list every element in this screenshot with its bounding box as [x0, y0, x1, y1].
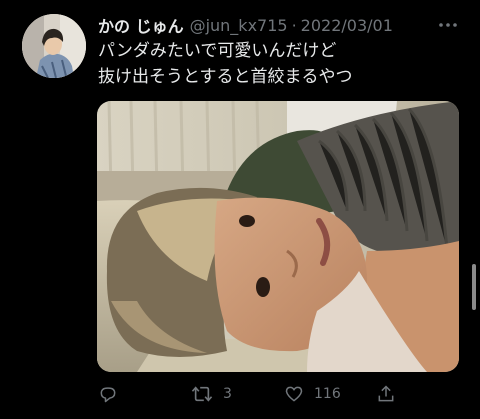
- tweet-header: かの じゅん @jun_kx715 · 2022/03/01: [98, 13, 462, 37]
- author-name[interactable]: かの じゅん: [98, 13, 184, 37]
- retweet-icon: [191, 386, 213, 402]
- tweet-text-line: パンダみたいで可愛いんだけど: [98, 41, 337, 61]
- header-separator: ·: [291, 15, 297, 35]
- avatar-photo: [22, 14, 86, 78]
- reply-button[interactable]: [98, 380, 118, 408]
- tweet-actions: 3 116: [98, 380, 420, 408]
- avatar[interactable]: [22, 14, 86, 78]
- like-icon: [285, 386, 303, 402]
- retweet-button[interactable]: 3: [191, 380, 232, 408]
- tweet-photo: [97, 101, 459, 372]
- more-options-button[interactable]: [436, 14, 460, 36]
- share-icon: [378, 385, 394, 402]
- tweet-media[interactable]: [97, 101, 459, 372]
- scrollbar[interactable]: [472, 264, 476, 310]
- like-button[interactable]: 116: [284, 380, 341, 408]
- tweet-text: パンダみたいで可愛いんだけど 抜け出そうとすると首絞まるやつ: [98, 38, 460, 90]
- retweet-count: 3: [223, 386, 232, 402]
- tweet-date[interactable]: 2022/03/01: [301, 16, 393, 35]
- tweet-text-line: 抜け出そうとすると首絞まるやつ: [98, 67, 353, 87]
- like-count: 116: [314, 386, 341, 402]
- share-button[interactable]: [376, 380, 396, 408]
- author-handle[interactable]: @jun_kx715: [190, 16, 288, 35]
- reply-icon: [100, 387, 116, 403]
- more-icon: [439, 23, 457, 27]
